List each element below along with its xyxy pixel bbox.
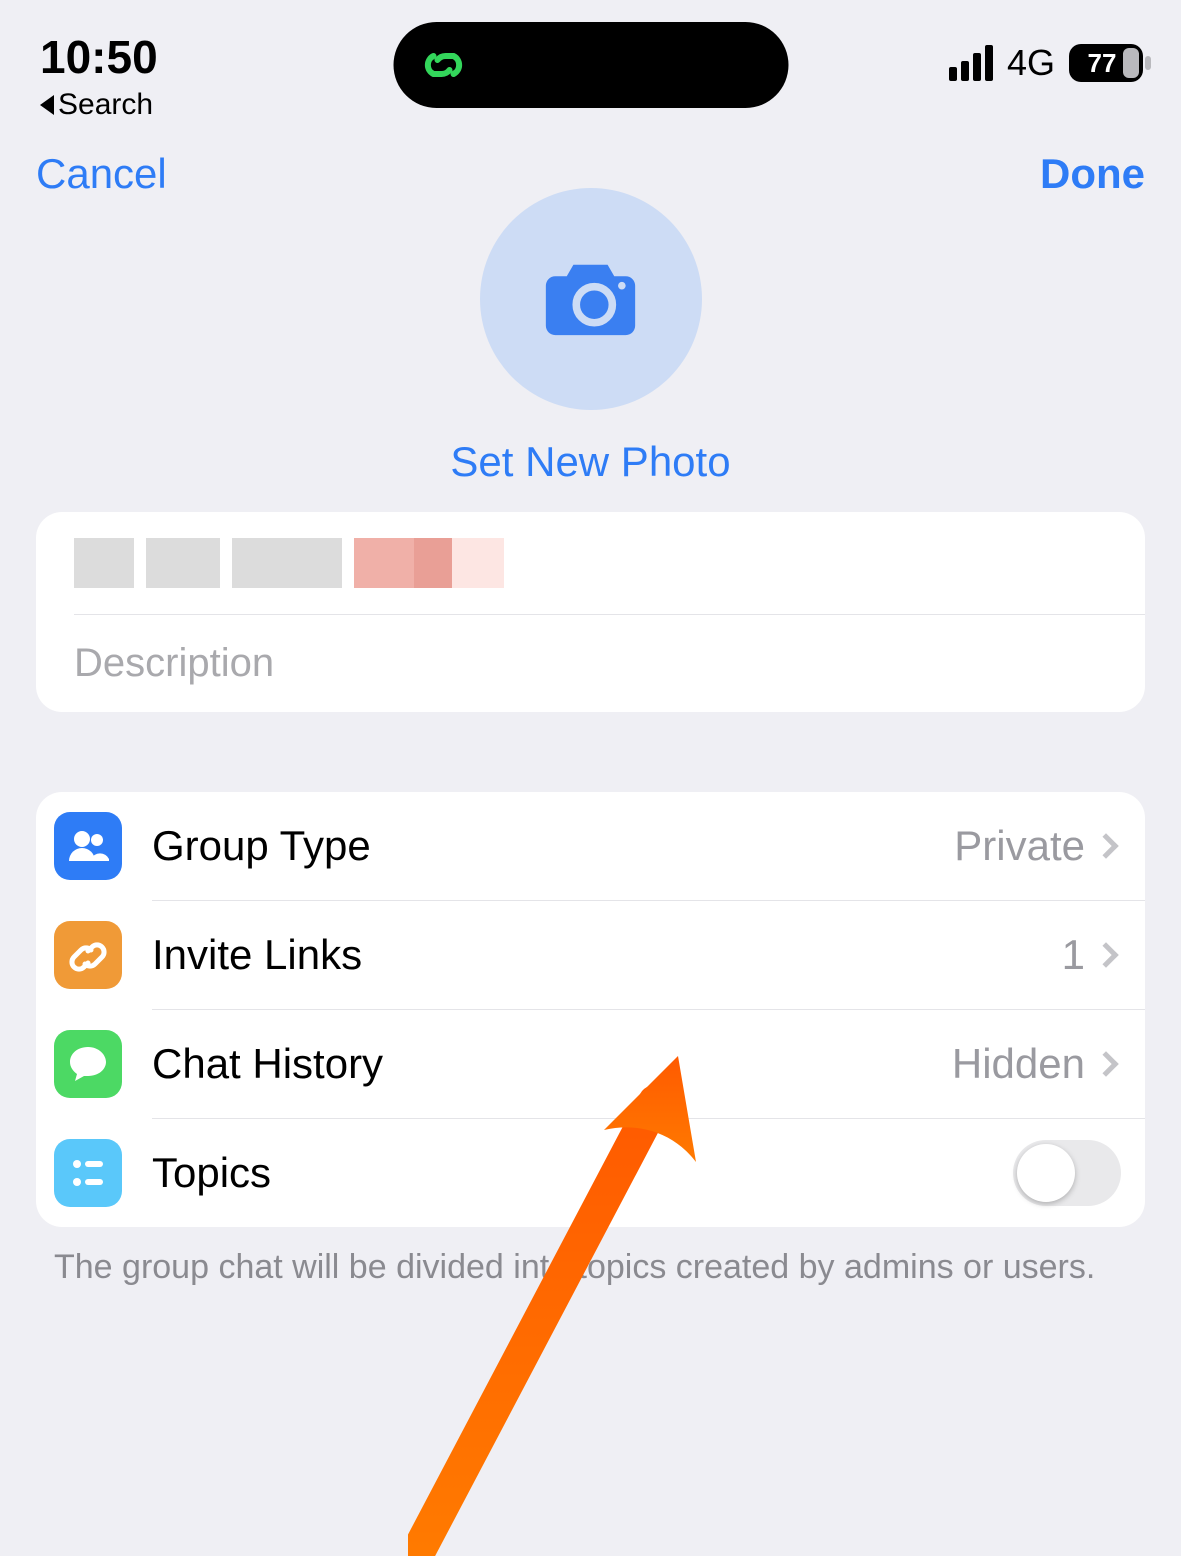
name-description-card [36,512,1145,712]
description-input[interactable] [74,641,1107,686]
invite-links-label: Invite Links [152,931,1062,979]
list-icon [67,1152,109,1194]
topics-row: Topics [36,1119,1145,1227]
status-bar: 10:50 Search 4G 77 [0,0,1181,130]
network-label: 4G [1007,42,1055,84]
group-type-value: Private [954,822,1085,870]
people-icon [67,829,109,863]
group-type-row[interactable]: Group Type Private [36,792,1145,900]
back-label: Search [58,88,153,122]
chevron-right-icon [1093,942,1118,967]
invite-links-icon [54,921,122,989]
back-triangle-icon [40,95,54,115]
topics-label: Topics [152,1149,1013,1197]
set-new-photo-button[interactable]: Set New Photo [450,438,730,486]
speech-bubble-icon [67,1044,109,1084]
chat-history-row[interactable]: Chat History Hidden [36,1010,1145,1118]
invite-links-value: 1 [1062,931,1085,979]
link-icon [419,48,467,82]
camera-icon [543,259,638,339]
group-type-icon [54,812,122,880]
topics-footer-text: The group chat will be divided into topi… [0,1227,1181,1291]
group-type-label: Group Type [152,822,954,870]
topics-icon [54,1139,122,1207]
chat-history-label: Chat History [152,1040,952,1088]
group-photo-placeholder[interactable] [480,188,702,410]
battery-percent: 77 [1088,48,1117,79]
chevron-right-icon [1093,1051,1118,1076]
description-input-row[interactable] [36,615,1145,712]
link-icon [68,935,108,975]
status-time: 10:50 [40,30,158,84]
cellular-signal-icon [949,45,993,81]
chat-history-icon [54,1030,122,1098]
invite-links-row[interactable]: Invite Links 1 [36,901,1145,1009]
topics-toggle[interactable] [1013,1140,1121,1206]
redacted-name [74,538,1107,588]
dynamic-island[interactable] [393,22,788,108]
chevron-right-icon [1093,833,1118,858]
group-name-input-row[interactable] [36,512,1145,614]
cancel-button[interactable]: Cancel [36,150,167,198]
battery-icon: 77 [1069,44,1143,82]
done-button[interactable]: Done [1040,150,1145,198]
back-to-search[interactable]: Search [40,88,158,122]
settings-card: Group Type Private Invite Links 1 Chat H… [36,792,1145,1227]
chat-history-value: Hidden [952,1040,1085,1088]
